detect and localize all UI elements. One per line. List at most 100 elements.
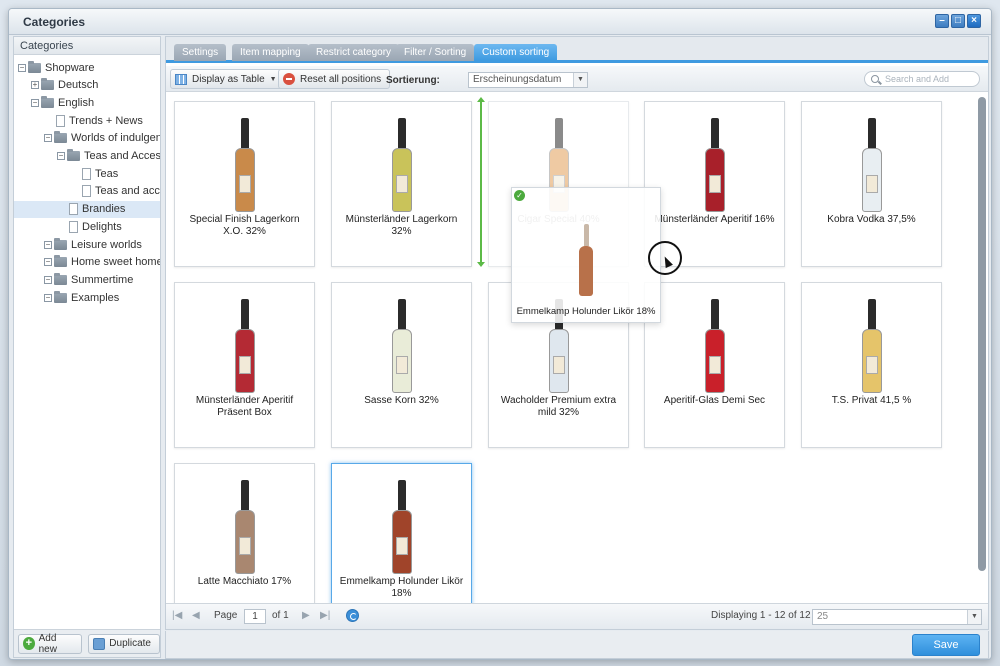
window-title: Categories [23, 15, 86, 29]
product-card[interactable]: T.S. Privat 41,5 % [801, 282, 942, 448]
tab-item-mapping[interactable]: Item mapping [232, 44, 309, 61]
grid-scrollbar[interactable] [978, 97, 986, 571]
tree-node[interactable]: − Leisure worlds [14, 236, 160, 253]
tab-settings[interactable]: Settings [174, 44, 227, 61]
display-as-table-button[interactable]: Display as Table ▼ [170, 69, 286, 89]
sort-select[interactable]: Erscheinungsdatum ▼ [468, 72, 588, 88]
bottle-image [704, 118, 725, 212]
tree-node[interactable]: Brandies [14, 200, 160, 218]
chevron-down-icon[interactable]: ▼ [573, 73, 587, 87]
product-grid: Emmelkamp Holunder Likör 18% Latte Macchi… [166, 93, 976, 605]
tree-node[interactable]: Trends + News [14, 112, 160, 129]
tree-node-label: Teas and acce... [95, 185, 160, 198]
search-placeholder: Search and Add [885, 74, 950, 84]
search-input[interactable]: Search and Add [864, 71, 980, 87]
first-page-icon[interactable]: |◀ [172, 610, 182, 621]
tree-node[interactable]: − Summertime [14, 271, 160, 288]
window-titlebar[interactable]: Categories – □ × [9, 9, 991, 35]
tree-node-label: Leisure worlds [71, 238, 142, 251]
product-image [802, 108, 941, 212]
checkmark-icon: ✓ [514, 190, 525, 201]
bottle-image [391, 118, 412, 212]
page-size-select[interactable]: 25 ▼ [812, 609, 982, 625]
tree-node-label: Brandies [82, 203, 126, 216]
sort-label: Sortierung: [386, 75, 440, 86]
refresh-icon[interactable] [346, 609, 359, 622]
product-name: Münsterländer Lagerkorn 32% [345, 214, 458, 237]
tree-node[interactable]: − Examples [14, 289, 160, 306]
collapse-icon[interactable]: − [57, 152, 65, 160]
product-image [802, 289, 941, 393]
tree-node[interactable]: − Worlds of indulgence [14, 130, 160, 147]
product-card[interactable]: Latte Macchiato 17% [174, 463, 315, 605]
bottle-image [861, 299, 882, 393]
tree-node[interactable]: − English [14, 94, 160, 111]
product-name: Latte Macchiato 17% [197, 576, 292, 587]
tree-node[interactable]: Teas [14, 165, 160, 182]
prev-page-icon[interactable]: ◀ [192, 610, 200, 621]
tab-filter-sorting[interactable]: Filter / Sorting [396, 44, 475, 61]
page-icon [82, 167, 91, 180]
product-name: Kobra Vodka 37,5% [827, 214, 916, 225]
close-icon[interactable]: × [967, 14, 981, 28]
collapse-icon[interactable]: − [31, 98, 39, 107]
collapse-icon[interactable]: − [44, 240, 52, 249]
sort-select-value: Erscheinungsdatum [473, 74, 562, 85]
product-card[interactable]: Münsterländer Lagerkorn 32% [331, 101, 472, 267]
product-card[interactable]: Special Finish Lagerkorn X.O. 32% [174, 101, 315, 267]
main-panel: Settings Item mapping Restrict category Fil… [165, 36, 989, 630]
product-card[interactable]: Kobra Vodka 37,5% [801, 101, 942, 267]
product-image [645, 289, 784, 393]
product-card[interactable]: Emmelkamp Holunder Likör 18% [331, 463, 472, 605]
tree-node[interactable]: − Home sweet home [14, 254, 160, 271]
pagination-toolbar: |◀ ◀ Page 1 of 1 ▶ ▶| Displaying 1 - 12 … [166, 603, 988, 629]
bottle-image [234, 480, 255, 574]
next-page-icon[interactable]: ▶ [302, 610, 310, 621]
tree-node[interactable]: − Shopware [14, 59, 160, 76]
product-card[interactable]: Münsterländer Aperitif Präsent Box [174, 282, 315, 448]
collapse-icon[interactable]: − [44, 258, 52, 267]
folder-icon [54, 272, 67, 285]
tree-node[interactable]: − Teas and Access... [14, 148, 160, 165]
product-image [175, 289, 314, 393]
category-sidebar: Categories − Shopware + Deutsch − English Tren… [13, 36, 161, 658]
product-card[interactable]: Sasse Korn 32% [331, 282, 472, 448]
tree-node[interactable]: Teas and acce... [14, 183, 160, 200]
last-page-icon[interactable]: ▶| [320, 610, 330, 621]
collapse-icon[interactable]: − [18, 63, 26, 72]
collapse-icon[interactable]: − [44, 134, 52, 143]
reset-positions-button[interactable]: Reset all positions [278, 69, 391, 89]
add-new-button[interactable]: + Add new [18, 633, 83, 655]
product-image [645, 108, 784, 212]
tree-node-label: Summertime [71, 273, 134, 286]
product-name: Special Finish Lagerkorn X.O. 32% [189, 214, 300, 237]
chevron-down-icon[interactable]: ▼ [967, 610, 981, 624]
collapse-icon[interactable]: − [44, 293, 52, 302]
tab-custom-sorting[interactable]: Custom sorting [474, 44, 558, 61]
product-name: Münsterländer Aperitif Präsent Box [195, 395, 294, 418]
expand-icon[interactable]: + [31, 81, 39, 90]
folder-icon [41, 95, 54, 108]
maximize-icon[interactable]: □ [951, 14, 965, 28]
save-button[interactable]: Save [912, 634, 980, 656]
duplicate-button[interactable]: Duplicate [88, 633, 160, 654]
display-count: Displaying 1 - 12 of 12 [711, 610, 811, 621]
page-total: of 1 [272, 610, 289, 621]
page-icon [82, 185, 91, 198]
tree-node[interactable]: + Deutsch [14, 77, 160, 94]
sidebar-header: Categories [14, 37, 160, 55]
product-name: Aperitif-Glas Demi Sec [663, 395, 766, 406]
minimize-icon[interactable]: – [935, 14, 949, 28]
page-icon [56, 114, 65, 127]
collapse-icon[interactable]: − [44, 275, 52, 284]
tab-restrict-category[interactable]: Restrict category [308, 44, 400, 61]
tree-node-label: Deutsch [58, 79, 99, 92]
product-card[interactable]: Aperitif-Glas Demi Sec [644, 282, 785, 448]
tree-node[interactable]: Delights [14, 218, 160, 235]
page-number-input[interactable]: 1 [244, 609, 266, 624]
drag-ghost: ✓ Emmelkamp Holunder Likör 18% [511, 187, 661, 323]
folder-icon [67, 149, 80, 161]
table-icon [175, 73, 187, 85]
tree-node-label: Examples [71, 291, 120, 304]
product-image [332, 108, 471, 212]
